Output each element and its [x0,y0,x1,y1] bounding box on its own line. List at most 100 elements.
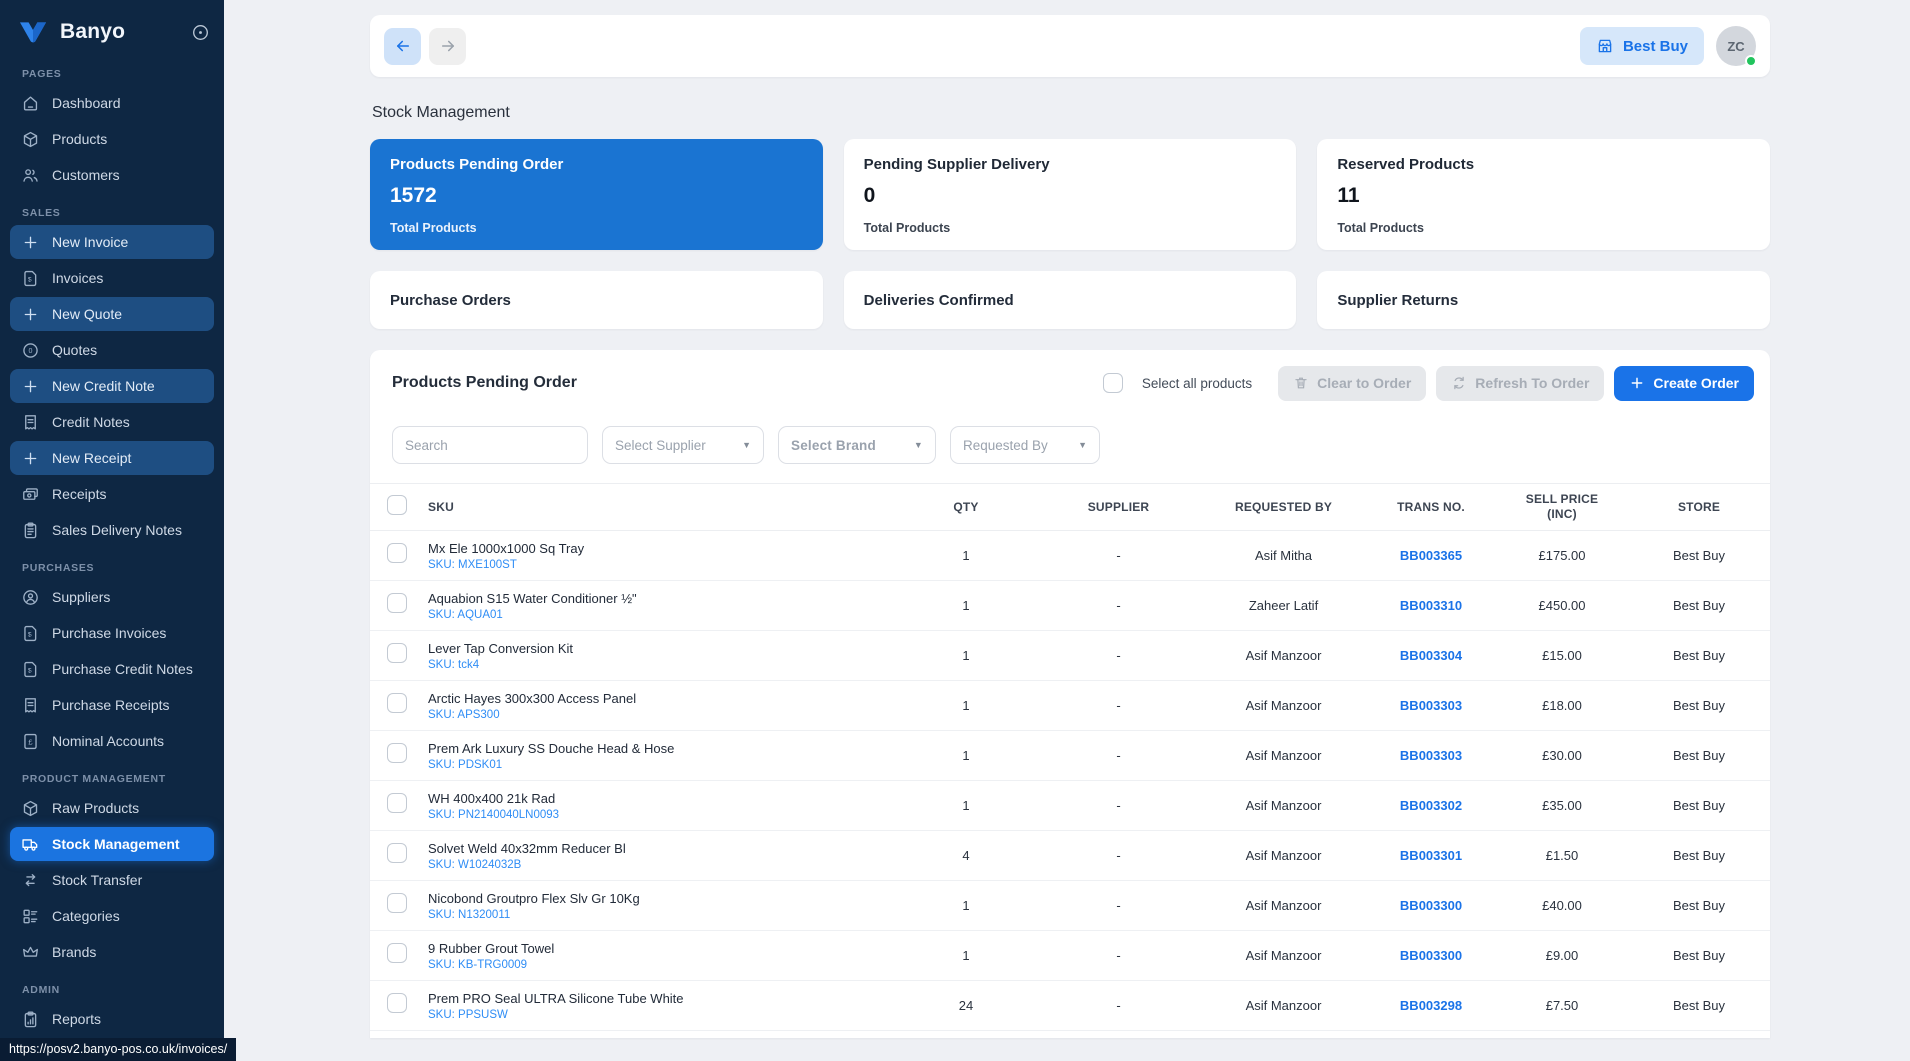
trans-no-link[interactable]: BB003300 [1366,948,1496,963]
sidebar-item-sales-delivery-notes[interactable]: Sales Delivery Notes [10,513,214,547]
sell-price-cell: £15.00 [1542,648,1582,663]
product-sku-link[interactable]: SKU: APS300 [428,709,896,721]
sell-price-cell: £175.00 [1538,548,1586,563]
product-sku-link[interactable]: SKU: PN2140040LN0093 [428,809,896,821]
sidebar-item-label: New Invoice [52,234,129,250]
crown-icon [21,943,40,962]
sidebar-item-purchase-invoices[interactable]: $ Purchase Invoices [10,616,214,650]
sidebar-item-label: Receipts [52,486,107,502]
row-checkbox[interactable] [387,543,407,563]
sidebar-item-label: Purchase Invoices [52,625,167,641]
product-sku-link[interactable]: SKU: N1320011 [428,909,896,921]
sidebar-item-new-quote[interactable]: New Quote [10,297,214,331]
sidebar-item-quotes[interactable]: 0 Quotes [10,333,214,367]
supplier-select[interactable]: Select Supplier ▼ [602,426,764,464]
sell-price-cell: £35.00 [1542,798,1582,813]
trans-no-link[interactable]: BB003303 [1366,698,1496,713]
row-checkbox[interactable] [387,793,407,813]
product-sku-link[interactable]: SKU: KB-TRG0009 [428,959,896,971]
sidebar-item-reports[interactable]: Reports [10,1002,214,1036]
action-card-purchase-orders[interactable]: Purchase Orders [370,271,823,329]
back-button[interactable] [384,27,421,65]
trans-no-link[interactable]: BB003303 [1366,748,1496,763]
product-sku-link[interactable]: SKU: PPSUSW [428,1009,896,1021]
stat-subtitle: Total Products [1337,221,1424,235]
refresh-icon [1451,375,1467,391]
stat-card-pending-supplier-delivery[interactable]: Pending Supplier Delivery 0 Total Products [843,139,1297,250]
brand-name: Banyo [60,20,126,43]
sidebar-item-label: Purchase Receipts [52,697,170,713]
row-checkbox[interactable] [387,693,407,713]
sidebar-item-label: Stock Management [52,836,180,852]
trans-no-link[interactable]: BB003298 [1366,998,1496,1013]
create-order-button[interactable]: Create Order [1614,365,1754,401]
sidebar-item-nominal-accounts[interactable]: £ Nominal Accounts [10,724,214,758]
sidebar-item-dashboard[interactable]: Dashboard [10,86,214,120]
row-checkbox[interactable] [387,893,407,913]
sidebar-item-receipts[interactable]: Receipts [10,477,214,511]
sidebar-item-purchase-receipts[interactable]: Purchase Receipts [10,688,214,722]
action-card-supplier-returns[interactable]: Supplier Returns [1317,271,1770,329]
store-selector-button[interactable]: Best Buy [1579,27,1704,65]
stat-title: Reserved Products [1337,156,1475,173]
brand-select-value: Select Brand [791,437,876,453]
sidebar-item-products[interactable]: Products [10,122,214,156]
row-checkbox[interactable] [387,643,407,663]
trans-no-link[interactable]: BB003365 [1366,548,1496,563]
sidebar-item-categories[interactable]: Categories [10,899,214,933]
action-cards-row: Purchase Orders Deliveries Confirmed Suppl… [370,271,1770,329]
col-trans-no: TRANS NO. [1397,499,1465,514]
pound-doc-icon: £ [21,732,40,751]
qty-cell: 1 [962,748,970,763]
requested-by-select[interactable]: Requested By ▼ [950,426,1100,464]
sidebar-item-brands[interactable]: Brands [10,935,214,969]
sidebar-item-customers[interactable]: Customers [10,158,214,192]
row-checkbox[interactable] [387,943,407,963]
row-checkbox[interactable] [387,743,407,763]
stat-card-reserved-products[interactable]: Reserved Products 11 Total Products [1317,139,1770,250]
report-icon [21,1010,40,1029]
row-checkbox[interactable] [387,593,407,613]
select-all-checkbox[interactable] [1102,373,1123,393]
sidebar-toggle-icon[interactable] [191,23,210,42]
qty-cell: 24 [958,998,974,1013]
sidebar-item-stock-transfer[interactable]: Stock Transfer [10,863,214,897]
sidebar-item-new-credit-note[interactable]: New Credit Note [10,369,214,403]
row-checkbox[interactable] [387,993,407,1013]
header-checkbox[interactable] [387,494,407,515]
forward-button[interactable] [429,27,466,65]
row-checkbox[interactable] [387,843,407,863]
section-label-sales: SALES [22,207,61,219]
sidebar-item-purchase-credit-notes[interactable]: $ Purchase Credit Notes [10,652,214,686]
refresh-to-order-button[interactable]: Refresh To Order [1436,365,1605,401]
trans-no-link[interactable]: BB003310 [1366,598,1496,613]
product-sku-link[interactable]: SKU: tck4 [428,659,896,671]
sidebar-item-new-receipt[interactable]: New Receipt [10,441,214,475]
sidebar-item-raw-products[interactable]: Raw Products [10,791,214,825]
brand-select[interactable]: Select Brand ▼ [778,426,936,464]
clear-to-order-button[interactable]: Clear to Order [1278,365,1427,401]
product-sku-link[interactable]: SKU: W1024032B [428,859,896,871]
categories-icon [21,907,40,926]
table-header: SKU QTY SUPPLIER REQUESTED BY TRANS NO. … [370,483,1770,531]
trans-no-link[interactable]: BB003304 [1366,648,1496,663]
sidebar-item-credit-notes[interactable]: Credit Notes [10,405,214,439]
action-card-deliveries-confirmed[interactable]: Deliveries Confirmed [843,271,1297,329]
product-sku-link[interactable]: SKU: PDSK01 [428,759,896,771]
stat-card-products-pending-order[interactable]: Products Pending Order 1572 Total Products [370,139,823,250]
sidebar-item-label: New Credit Note [52,378,155,394]
trans-no-link[interactable]: BB003302 [1366,798,1496,813]
trans-no-link[interactable]: BB003300 [1366,898,1496,913]
product-sku-link[interactable]: SKU: AQUA01 [428,609,896,621]
sidebar-item-stock-management[interactable]: Stock Management [10,827,214,861]
plus-icon [21,377,40,396]
product-sku-link[interactable]: SKU: MXE100ST [428,559,896,571]
store-name: Best Buy [1622,37,1688,55]
sidebar-item-suppliers[interactable]: Suppliers [10,580,214,614]
user-avatar[interactable]: ZC [1716,26,1757,67]
trans-no-link[interactable]: BB003301 [1366,848,1496,863]
sidebar-item-invoices[interactable]: $ Invoices [10,261,214,295]
sidebar-item-new-invoice[interactable]: New Invoice [10,225,214,259]
product-name: Aquabion S15 Water Conditioner ½" [428,590,637,606]
search-input[interactable] [392,426,588,464]
